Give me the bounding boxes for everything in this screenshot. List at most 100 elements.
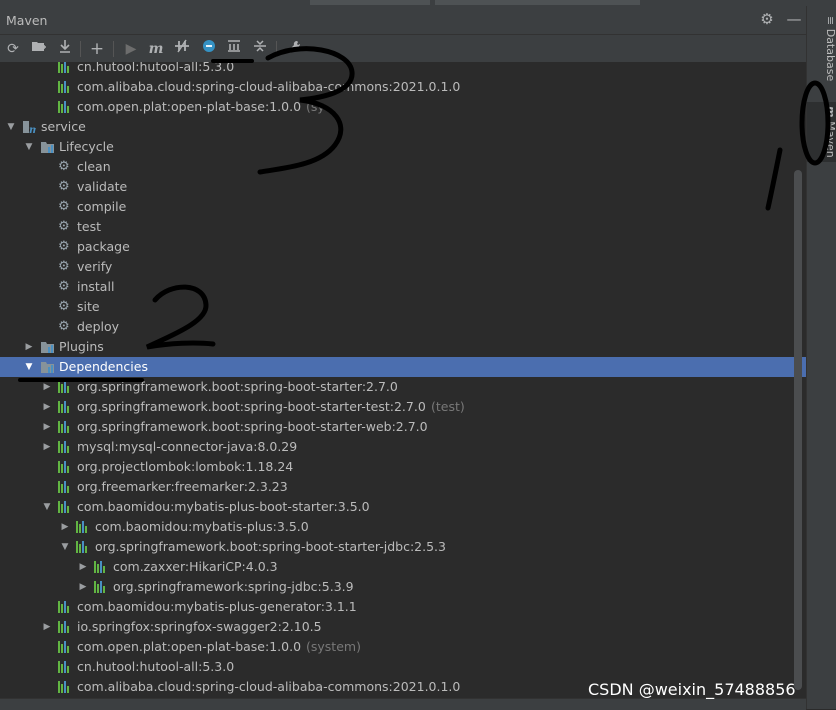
tree-node-label: org.springframework.boot:spring-boot-sta… bbox=[77, 399, 426, 414]
svg-text:m: m bbox=[29, 125, 36, 134]
add-folder-icon[interactable] bbox=[29, 39, 49, 59]
tree-node-label: deploy bbox=[77, 319, 120, 334]
dependency-node[interactable]: cn.hutool:hutool-all:5.3.0 bbox=[0, 657, 806, 677]
dependency-icon bbox=[58, 681, 72, 693]
minimize-icon[interactable]: — bbox=[785, 10, 803, 28]
tree-node-label: org.springframework.boot:spring-boot-sta… bbox=[77, 379, 398, 394]
maven-project-tree: cn.hutool:hutool-all:5.3.0 com.alibaba.cl… bbox=[0, 62, 806, 698]
dependency-icon bbox=[58, 461, 72, 473]
chevron-right-icon[interactable]: ▶ bbox=[40, 437, 54, 457]
chevron-right-icon[interactable]: ▶ bbox=[76, 577, 90, 597]
reload-icon[interactable]: ⟳ bbox=[3, 39, 23, 59]
dependency-node[interactable]: ▶ io.springfox:springfox-swagger2:2.10.5 bbox=[0, 617, 806, 637]
lifecycle-goal[interactable]: ⚙ validate bbox=[0, 177, 806, 197]
run-icon[interactable]: ▶ bbox=[121, 39, 141, 59]
tree-node-label: verify bbox=[77, 259, 113, 274]
tree-node-label: Plugins bbox=[59, 339, 104, 354]
csdn-watermark: CSDN @weixin_57488856 bbox=[588, 680, 796, 699]
dependency-node[interactable]: ▼ com.baomidou:mybatis-plus-boot-starter:… bbox=[0, 497, 806, 517]
chevron-right-icon[interactable]: ▶ bbox=[58, 517, 72, 537]
tree-node[interactable]: ▼ m service bbox=[0, 117, 806, 137]
tree-node-label: validate bbox=[77, 179, 128, 194]
chevron-right-icon[interactable]: ▶ bbox=[40, 417, 54, 437]
download-icon[interactable] bbox=[55, 39, 75, 59]
dependency-node[interactable]: com.open.plat:open-plat-base:1.0.0 (sy bbox=[0, 97, 806, 117]
show-dependencies-icon[interactable] bbox=[224, 39, 244, 59]
dependency-node[interactable]: ▼ org.springframework.boot:spring-boot-st… bbox=[0, 537, 806, 557]
tree-node-label: compile bbox=[77, 199, 127, 214]
chevron-right-icon[interactable]: ▶ bbox=[40, 377, 54, 397]
lifecycle-goal[interactable]: ⚙ install bbox=[0, 277, 806, 297]
tree-node-label: mysql:mysql-connector-java:8.0.29 bbox=[77, 439, 298, 454]
dependency-node[interactable]: ▶ com.zaxxer:HikariCP:4.0.3 bbox=[0, 557, 806, 577]
tree-node-label: com.open.plat:open-plat-base:1.0.0 bbox=[77, 99, 302, 114]
toggle-offline-icon[interactable] bbox=[172, 39, 192, 59]
gear-icon[interactable]: ⚙ bbox=[758, 10, 776, 28]
folder-icon bbox=[41, 342, 54, 353]
tree-node-label: org.freemarker:freemarker:2.3.23 bbox=[77, 479, 288, 494]
dependency-icon bbox=[58, 401, 72, 413]
tree-node-label: site bbox=[77, 299, 100, 314]
dependency-node[interactable]: ▶ mysql:mysql-connector-java:8.0.29 bbox=[0, 437, 806, 457]
tree-node-label: org.springframework:spring-jdbc:5.3.9 bbox=[113, 579, 354, 594]
dependency-node[interactable]: com.baomidou:mybatis-plus-generator:3.1.… bbox=[0, 597, 806, 617]
dependency-node[interactable]: ▶ org.springframework.boot:spring-boot-st… bbox=[0, 377, 806, 397]
lifecycle-goal[interactable]: ⚙ compile bbox=[0, 197, 806, 217]
dependency-icon bbox=[76, 521, 90, 533]
gear-icon: ⚙ bbox=[58, 239, 70, 254]
lifecycle-goal[interactable]: ⚙ verify bbox=[0, 257, 806, 277]
collapse-all-icon[interactable] bbox=[250, 39, 270, 59]
tree-node-label: io.springfox:springfox-swagger2:2.10.5 bbox=[77, 619, 322, 634]
editor-tab-edge bbox=[435, 0, 640, 5]
tree-node[interactable]: ▶ Plugins bbox=[0, 337, 806, 357]
tree-node-label: org.springframework.boot:spring-boot-sta… bbox=[95, 539, 446, 554]
dependency-node[interactable]: ▶ com.baomidou:mybatis-plus:3.5.0 bbox=[0, 517, 806, 537]
database-icon: ≡ bbox=[824, 16, 836, 29]
wrench-icon[interactable] bbox=[284, 39, 304, 59]
chevron-right-icon[interactable]: ▶ bbox=[22, 337, 36, 357]
folder-icon bbox=[41, 362, 54, 373]
folder-icon bbox=[41, 142, 54, 153]
execute-goal-icon[interactable]: m bbox=[146, 39, 166, 59]
lifecycle-goal[interactable]: ⚙ site bbox=[0, 297, 806, 317]
skip-tests-icon[interactable] bbox=[199, 39, 219, 59]
database-tab[interactable]: ≡ Database bbox=[807, 16, 836, 81]
chevron-right-icon[interactable]: ▶ bbox=[40, 397, 54, 417]
vertical-scrollbar[interactable] bbox=[794, 170, 802, 690]
dependency-node[interactable]: com.alibaba.cloud:spring-cloud-alibaba-c… bbox=[0, 77, 806, 97]
tree-node-label: org.springframework.boot:spring-boot-sta… bbox=[77, 419, 428, 434]
chevron-down-icon[interactable]: ▼ bbox=[40, 497, 54, 517]
dependency-node[interactable]: com.open.plat:open-plat-base:1.0.0 (syste… bbox=[0, 637, 806, 657]
chevron-down-icon[interactable]: ▼ bbox=[22, 357, 36, 377]
dependency-node[interactable]: org.projectlombok:lombok:1.18.24 bbox=[0, 457, 806, 477]
scope-label: (system) bbox=[306, 639, 361, 654]
tree-node-label: install bbox=[77, 279, 115, 294]
tree-node[interactable]: ▼ Dependencies bbox=[0, 357, 806, 377]
gear-icon: ⚙ bbox=[58, 219, 70, 234]
dependency-node[interactable]: ▶ org.springframework.boot:spring-boot-st… bbox=[0, 397, 806, 417]
dependency-node[interactable]: cn.hutool:hutool-all:5.3.0 bbox=[0, 62, 806, 77]
chevron-right-icon[interactable]: ▶ bbox=[40, 617, 54, 637]
tree-node-label: Dependencies bbox=[59, 359, 148, 374]
maven-tab[interactable]: m Maven bbox=[807, 102, 836, 162]
maven-module-icon: m bbox=[23, 121, 36, 134]
plus-icon[interactable]: + bbox=[87, 39, 107, 59]
maven-panel-header: Maven ⚙ — bbox=[0, 6, 806, 35]
lifecycle-goal[interactable]: ⚙ deploy bbox=[0, 317, 806, 337]
tree-node[interactable]: ▼ Lifecycle bbox=[0, 137, 806, 157]
chevron-down-icon[interactable]: ▼ bbox=[58, 537, 72, 557]
dependency-icon bbox=[58, 101, 72, 113]
gear-icon: ⚙ bbox=[58, 299, 70, 314]
tree-node-label: com.baomidou:mybatis-plus-generator:3.1.… bbox=[77, 599, 357, 614]
dependency-node[interactable]: ▶ org.springframework.boot:spring-boot-st… bbox=[0, 417, 806, 437]
dependency-node[interactable]: org.freemarker:freemarker:2.3.23 bbox=[0, 477, 806, 497]
chevron-down-icon[interactable]: ▼ bbox=[22, 137, 36, 157]
chevron-right-icon[interactable]: ▶ bbox=[76, 557, 90, 577]
dependency-node[interactable]: ▶ org.springframework:spring-jdbc:5.3.9 bbox=[0, 577, 806, 597]
chevron-down-icon[interactable]: ▼ bbox=[4, 117, 18, 137]
gear-icon: ⚙ bbox=[58, 159, 70, 174]
lifecycle-goal[interactable]: ⚙ clean bbox=[0, 157, 806, 177]
lifecycle-goal[interactable]: ⚙ package bbox=[0, 237, 806, 257]
lifecycle-goal[interactable]: ⚙ test bbox=[0, 217, 806, 237]
dependency-icon bbox=[58, 81, 72, 93]
